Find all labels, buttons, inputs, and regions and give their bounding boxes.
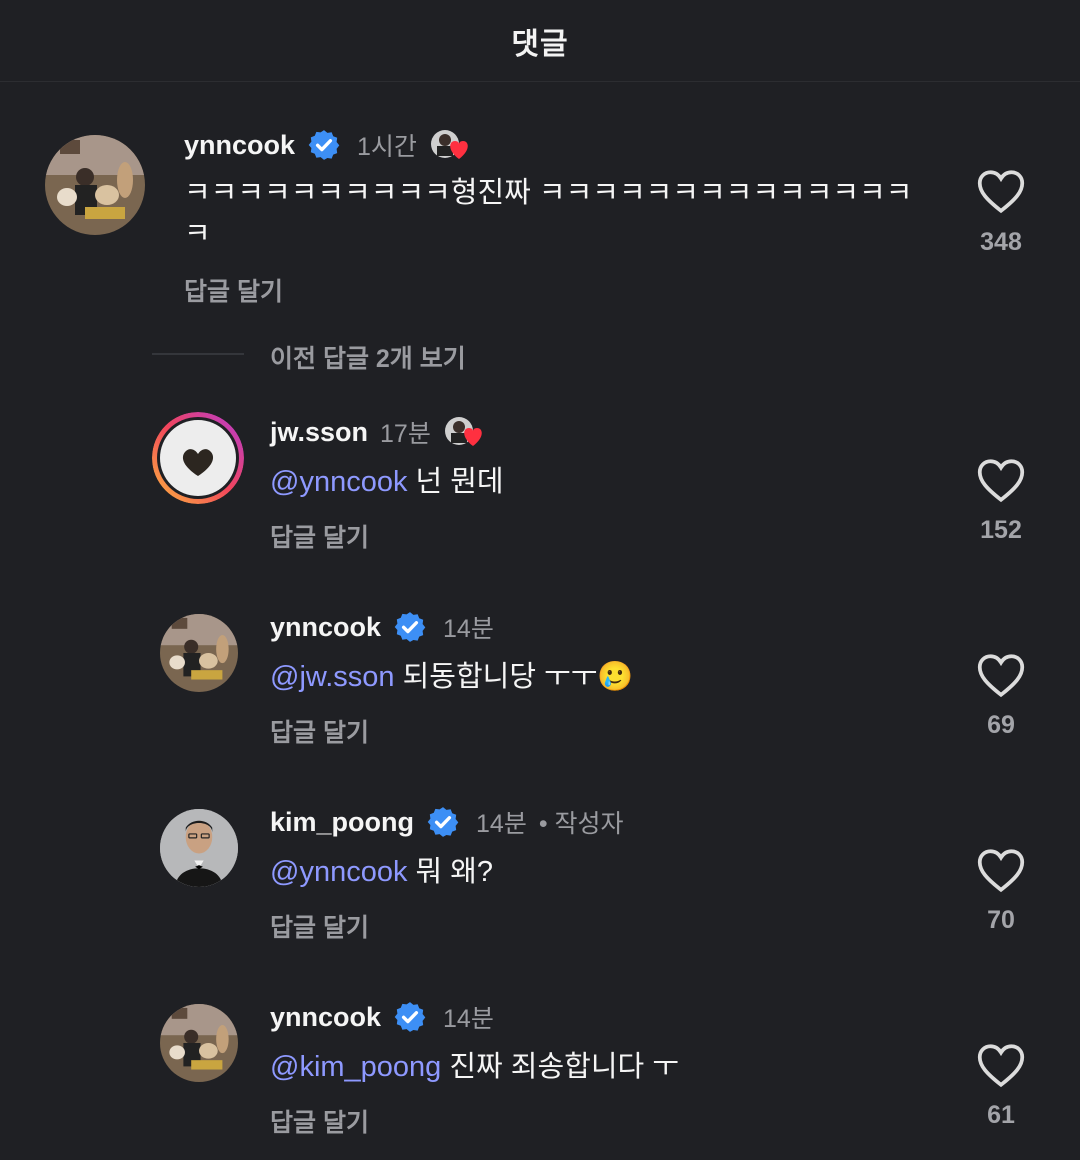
like-count: 348 xyxy=(980,228,1022,256)
tearful-smile-emoji: 🥲 xyxy=(597,661,634,693)
reply-meta: jw.sson 17분 xyxy=(270,413,491,451)
reply-text: @ynncook 뭐 왜? xyxy=(270,852,493,893)
verified-badge-icon xyxy=(308,130,340,160)
comment-time: 1시간 xyxy=(357,133,417,161)
mention-link[interactable]: @ynncook xyxy=(270,856,407,888)
heart-outline-icon[interactable] xyxy=(976,457,1026,503)
comments-header: 댓글 xyxy=(0,0,1080,82)
reply-button[interactable]: 답글 달기 xyxy=(270,713,369,749)
username[interactable]: jw.sson xyxy=(270,417,368,448)
reply-body: 넌 뭔데 xyxy=(407,466,504,498)
view-previous-replies-button[interactable]: 이전 답글 2개 보기 xyxy=(270,339,466,375)
verified-badge-icon xyxy=(427,807,459,837)
reply-button[interactable]: 답글 달기 xyxy=(270,1103,369,1139)
author-liked-heart-icon xyxy=(429,127,477,163)
like-count: 152 xyxy=(980,516,1022,544)
like-count: 70 xyxy=(987,906,1015,934)
author-tag: • 작성자 xyxy=(538,810,624,838)
username[interactable]: ynncook xyxy=(270,612,381,643)
comment-text: ㅋㅋㅋㅋㅋㅋㅋㅋㅋㅋ형진짜 ㅋㅋㅋㅋㅋㅋㅋㅋㅋㅋㅋㅋㅋㅋ ㅋ xyxy=(184,173,944,255)
verified-badge-icon xyxy=(394,1002,426,1032)
heart-outline-icon[interactable] xyxy=(976,1042,1026,1088)
reply-text: @kim_poong 진짜 죄송합니다 ㅜ xyxy=(270,1047,679,1088)
reply-meta: ynncook 14분 xyxy=(270,998,494,1036)
reply-time: 14분 xyxy=(443,615,494,643)
reply-time: 17분 xyxy=(380,420,431,448)
username[interactable]: kim_poong xyxy=(270,807,414,838)
reply-body: 뭐 왜? xyxy=(407,856,494,888)
heart-outline-icon[interactable] xyxy=(976,652,1026,698)
avatar[interactable] xyxy=(160,809,238,887)
header-title: 댓글 xyxy=(511,27,569,61)
like-count: 61 xyxy=(987,1101,1015,1129)
verified-badge-icon xyxy=(394,612,426,642)
heart-outline-icon[interactable] xyxy=(976,847,1026,893)
mention-link[interactable]: @kim_poong xyxy=(270,1051,441,1083)
reply-body: 되동합니당 ㅜㅜ xyxy=(394,661,598,693)
avatar[interactable] xyxy=(152,412,244,504)
reply-text: @jw.sson 되동합니당 ㅜㅜ🥲 xyxy=(270,657,634,698)
mention-link[interactable]: @jw.sson xyxy=(270,661,395,693)
comment-text-line-1: ㅋㅋㅋㅋㅋㅋㅋㅋㅋㅋ형진짜 ㅋㅋㅋㅋㅋㅋㅋㅋㅋㅋㅋㅋㅋㅋ xyxy=(184,177,913,209)
reply-body: 진짜 죄송합니다 ㅜ xyxy=(441,1051,679,1083)
avatar[interactable] xyxy=(160,614,238,692)
reply-text: @ynncook 넌 뭔데 xyxy=(270,462,504,503)
reply-time: 14분 xyxy=(476,810,527,838)
reply-time: 14분 xyxy=(443,1005,494,1033)
reply-meta: ynncook 14분 xyxy=(270,608,494,646)
reply-meta: kim_poong 14분 • 작성자 xyxy=(270,803,624,841)
replies-divider xyxy=(152,353,244,355)
reply-button[interactable]: 답글 달기 xyxy=(270,908,369,944)
username[interactable]: ynncook xyxy=(270,1002,381,1033)
mention-link[interactable]: @ynncook xyxy=(270,466,407,498)
comment-text-line-2: ㅋ xyxy=(184,218,211,250)
comment-meta: ynncook 1시간 xyxy=(184,125,477,165)
like-count: 69 xyxy=(987,711,1015,739)
author-liked-heart-icon xyxy=(443,414,491,450)
username[interactable]: ynncook xyxy=(184,130,295,161)
heart-outline-icon[interactable] xyxy=(976,168,1026,214)
avatar[interactable] xyxy=(45,135,145,235)
avatar[interactable] xyxy=(160,1004,238,1082)
reply-button[interactable]: 답글 달기 xyxy=(270,518,369,554)
reply-button[interactable]: 답글 달기 xyxy=(184,272,283,308)
